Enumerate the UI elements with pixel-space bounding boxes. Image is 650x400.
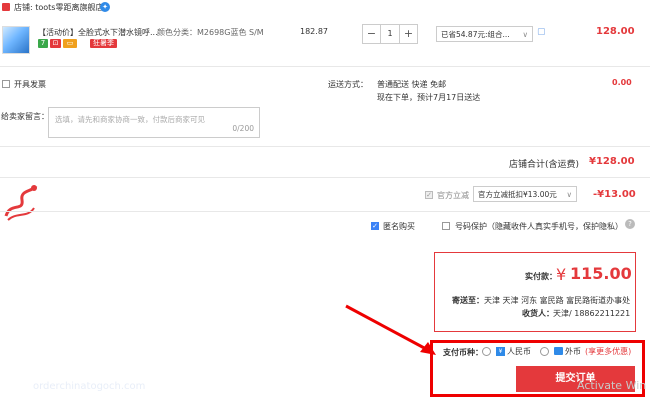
pay-amount: 115.00: [570, 264, 632, 283]
site-watermark: orderchinatogoch.com: [33, 381, 146, 392]
invoice-checkbox[interactable]: [2, 80, 10, 88]
currency-symbol: ¥: [556, 265, 567, 284]
message-icon[interactable]: ▢: [537, 27, 546, 37]
rmb-icon: ¥: [496, 347, 505, 356]
message-counter: 0/200: [232, 124, 254, 133]
foreign-currency-note: (享更多优惠): [585, 347, 632, 356]
shipping-method: 普通配送 快递 免邮: [377, 80, 447, 89]
anonymous-checkbox[interactable]: ✓: [371, 222, 379, 230]
store-total-label: 店铺合计(含运费): [509, 160, 580, 170]
rmb-label: 人民币: [507, 347, 531, 356]
store-total-value: ¥128.00: [589, 156, 635, 167]
chevron-down-icon: ∨: [566, 190, 573, 199]
message-placeholder: 选填，请先和商家协商一致，付款后商家可见: [55, 115, 205, 124]
promo-badge: 狂暑季: [90, 39, 117, 48]
divider: [0, 177, 650, 178]
product-thumbnail[interactable]: [2, 26, 30, 54]
chevron-down-icon: ∨: [522, 30, 529, 39]
divider: [0, 146, 650, 147]
help-icon[interactable]: ?: [625, 219, 635, 229]
chat-icon[interactable]: ✦: [100, 2, 110, 12]
item-subtotal: 128.00: [596, 26, 635, 37]
recipient-label: 收货人：: [522, 309, 554, 318]
activate-windows-watermark: Activate Win: [577, 379, 647, 392]
shipping-label: 运送方式：: [328, 80, 368, 89]
discount-select[interactable]: 已省54.87元:组合... ∨: [436, 26, 533, 42]
store-icon: [2, 3, 10, 11]
wallet-icon: [554, 347, 563, 355]
card-icon: ▭: [63, 39, 77, 48]
invoice-label: 开具发票: [14, 80, 46, 89]
discount-select-value: 已省54.87元:组合...: [441, 30, 510, 39]
shipping-fee: 0.00: [612, 78, 632, 87]
payment-currency-label: 支付币种：: [443, 348, 483, 357]
foreign-currency-label: 外币: [565, 347, 581, 356]
official-discount-value: 官方立减抵扣¥13.00元: [478, 190, 557, 199]
discount-value: -¥13.00: [593, 189, 636, 200]
message-label: 给卖家留言：: [1, 112, 49, 121]
dragon-logo: [4, 184, 38, 221]
privacy-checkbox[interactable]: [442, 222, 450, 230]
official-discount-select[interactable]: 官方立减抵扣¥13.00元 ∨: [473, 186, 577, 202]
privacy-label: 号码保护（隐藏收件人真实手机号，保护隐私）: [455, 222, 623, 231]
rmb-radio[interactable]: [482, 347, 491, 356]
product-title[interactable]: 【活动价】全脸式水下潜水镜呼...: [38, 27, 158, 38]
decrease-button[interactable]: −: [363, 25, 380, 43]
quantity-stepper[interactable]: − 1 +: [362, 24, 418, 44]
store-name[interactable]: 店铺: toots零距离旗舰店: [14, 2, 103, 13]
official-discount-label: 官方立减: [437, 191, 469, 200]
divider: [0, 66, 650, 67]
recipient-info: 天津/ 18862211221: [553, 309, 631, 318]
divider: [0, 211, 650, 212]
unit-price: 182.87: [300, 27, 328, 36]
product-spec: 颜色分类：M2698G蓝色 S/M: [157, 28, 264, 37]
message-textarea[interactable]: 选填，请先和商家协商一致，付款后商家可见 0/200: [48, 107, 260, 138]
official-discount-checkbox[interactable]: ✓: [425, 191, 433, 199]
pay-label: 实付款：: [525, 272, 557, 281]
guarantee-icon: ⊡: [50, 39, 61, 48]
foreign-currency-radio[interactable]: [540, 347, 549, 356]
anonymous-label: 匿名购买: [383, 222, 415, 231]
annotation-arrow: [345, 304, 436, 355]
delivery-estimate: 现在下单，预计7月17日送达: [377, 93, 481, 102]
service-icon: 7: [38, 39, 48, 48]
ship-to-label: 寄送至：: [452, 296, 484, 305]
ship-to-address: 天津 天津 河东 富民路 富民路街道办事处: [484, 296, 631, 305]
increase-button[interactable]: +: [400, 25, 417, 43]
quantity-input[interactable]: 1: [380, 25, 400, 43]
